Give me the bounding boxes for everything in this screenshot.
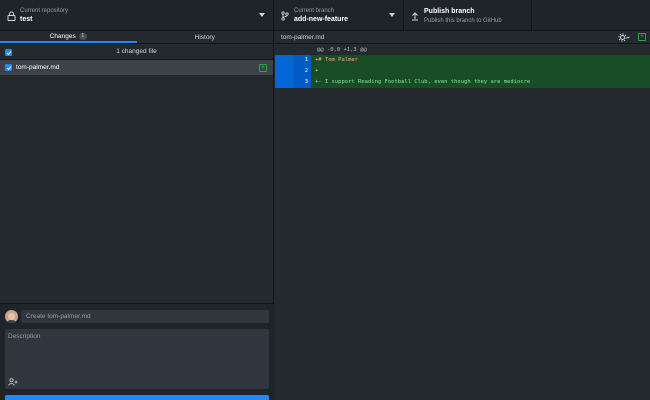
commit-description-box <box>5 329 269 389</box>
branch-label: Current branch <box>294 7 335 14</box>
current-repository-button[interactable]: Current repository test <box>0 0 274 31</box>
repository-name: test <box>20 15 33 23</box>
file-name: tom-palmer.md <box>16 64 60 71</box>
current-branch-button[interactable]: Current branch add-new-feature <box>274 0 404 31</box>
commit-panel <box>0 303 274 400</box>
commit-description-input[interactable] <box>5 329 269 377</box>
diff-header: tom-palmer.md + <box>275 31 650 44</box>
changes-sidebar: Changes 1 History 1 changed file tom-pal… <box>0 31 274 400</box>
file-checkbox[interactable] <box>5 64 12 71</box>
list-item[interactable]: tom-palmer.md + <box>0 60 273 75</box>
commit-summary-input[interactable] <box>21 310 269 323</box>
diff-line-text: +- I support Reading Football Club, even… <box>311 77 650 88</box>
commit-button[interactable] <box>5 395 269 400</box>
check-icon <box>6 50 11 55</box>
toolbar: Current repository test Current branch a… <box>0 0 650 31</box>
diff-file-name: tom-palmer.md <box>281 33 325 41</box>
changes-count-badge: 1 <box>78 32 87 40</box>
add-coauthor-icon[interactable] <box>8 378 18 386</box>
diff-line-text: + <box>311 66 650 77</box>
diff-view: tom-palmer.md + @@ -0,0 +1,3 @@ 1 +# Tom… <box>275 31 650 400</box>
file-added-icon: + <box>638 33 646 41</box>
diff-line[interactable]: 1 +# Tom Palmer <box>275 55 650 66</box>
avatar <box>5 310 18 323</box>
upload-icon <box>406 11 424 21</box>
sidebar-tabs: Changes 1 History <box>0 31 273 44</box>
hunk-header: @@ -0,0 +1,3 @@ <box>275 44 650 55</box>
changed-files-header: 1 changed file <box>0 44 273 60</box>
lock-icon <box>2 11 20 21</box>
tab-changes-label: Changes <box>49 32 76 40</box>
publish-title: Publish branch <box>424 7 475 15</box>
tab-history[interactable]: History <box>137 31 274 43</box>
diff-line[interactable]: 2 + <box>275 66 650 77</box>
line-number: 2 <box>304 68 308 74</box>
tab-changes[interactable]: Changes 1 <box>0 31 137 43</box>
line-number: 3 <box>304 79 308 85</box>
gear-icon[interactable] <box>618 33 630 42</box>
file-added-icon: + <box>259 64 267 72</box>
publish-branch-button[interactable]: Publish branch Publish this branch to Gi… <box>404 0 532 31</box>
chevron-down-icon <box>259 13 265 17</box>
check-icon <box>6 65 11 70</box>
publish-subtitle: Publish this branch to GitHub <box>424 17 502 24</box>
chevron-down-icon <box>389 13 395 17</box>
select-all-checkbox[interactable] <box>5 49 12 56</box>
changed-files-count: 1 changed file <box>116 48 157 55</box>
diff-line-text: +# Tom Palmer <box>311 55 650 66</box>
hunk-header-text: @@ -0,0 +1,3 @@ <box>317 46 367 53</box>
branch-icon <box>276 10 294 21</box>
branch-name: add-new-feature <box>294 15 349 23</box>
diff-line[interactable]: 3 +- I support Reading Football Club, ev… <box>275 77 650 88</box>
line-number: 1 <box>304 57 308 63</box>
tab-history-label: History <box>194 33 215 41</box>
diff-body: @@ -0,0 +1,3 @@ 1 +# Tom Palmer 2 + 3 +-… <box>275 44 650 88</box>
repository-label: Current repository <box>20 7 69 14</box>
